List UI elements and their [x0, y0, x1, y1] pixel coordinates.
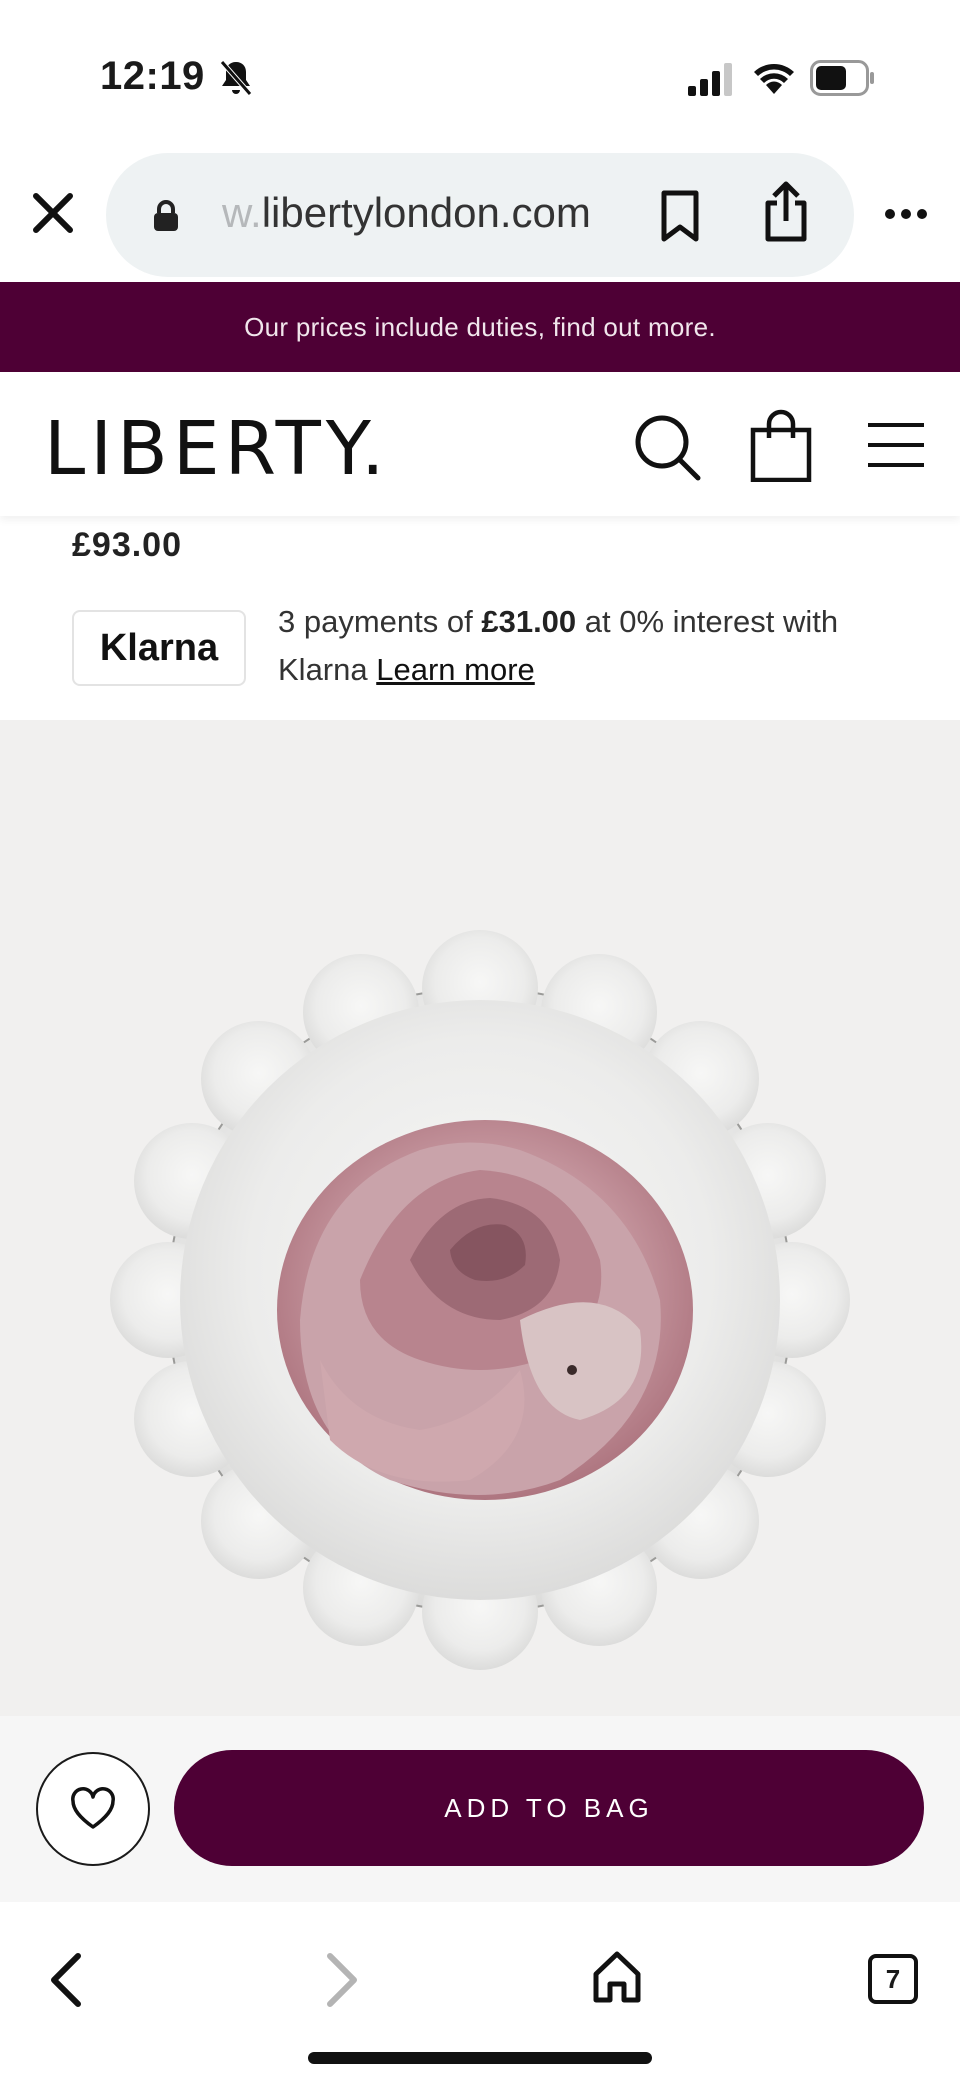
- url-prefix: w.: [222, 189, 262, 236]
- plate-rose-illustration: [110, 930, 850, 1670]
- url-domain: libertylondon.com: [261, 189, 591, 236]
- search-icon[interactable]: [632, 412, 702, 482]
- rose: [277, 1120, 693, 1500]
- wifi-icon: [754, 64, 794, 94]
- duties-banner[interactable]: Our prices include duties, find out more…: [0, 282, 960, 372]
- forward-arrow-icon[interactable]: [322, 1952, 362, 2008]
- heart-icon: [71, 1787, 115, 1829]
- share-icon[interactable]: [762, 181, 810, 243]
- bell-muted-icon: [220, 60, 252, 96]
- back-arrow-icon[interactable]: [46, 1952, 86, 2008]
- tabs-button[interactable]: 7: [868, 1954, 918, 2004]
- lock-icon: [154, 200, 178, 231]
- product-price: £93.00: [72, 526, 182, 564]
- klarna-payment-info: 3 payments of £31.00 at 0% interest with…: [278, 598, 918, 694]
- liberty-logo[interactable]: LIBERTY.: [44, 406, 390, 492]
- browser-toolbar: w.libertylondon.com: [0, 150, 960, 282]
- hamburger-menu-icon[interactable]: [866, 420, 926, 470]
- klarna-badge: Klarna: [72, 610, 246, 686]
- more-icon[interactable]: [884, 206, 928, 222]
- status-time: 12:19: [100, 54, 205, 98]
- home-icon[interactable]: [592, 1950, 642, 2004]
- klarna-learn-more-link[interactable]: Learn more: [376, 652, 535, 687]
- add-to-bag-button[interactable]: ADD TO BAG: [174, 1750, 924, 1866]
- bookmark-icon[interactable]: [658, 189, 702, 243]
- klarna-amount: £31.00: [481, 604, 577, 639]
- address-bar[interactable]: w.libertylondon.com: [106, 153, 854, 277]
- battery-icon: [810, 60, 874, 96]
- shopping-bag-icon[interactable]: [750, 408, 812, 482]
- wishlist-button[interactable]: [36, 1752, 150, 1866]
- product-action-bar: ADD TO BAG: [0, 1716, 960, 1902]
- close-icon[interactable]: [28, 188, 78, 238]
- status-bar: 12:19: [0, 0, 960, 150]
- home-indicator: [308, 2052, 652, 2064]
- cellular-signal-icon: [688, 63, 732, 96]
- klarna-text-before: 3 payments of: [278, 604, 482, 639]
- product-image[interactable]: [0, 720, 960, 1716]
- duties-banner-text: Our prices include duties, find out more…: [244, 311, 716, 342]
- site-header: LIBERTY.: [0, 372, 960, 516]
- url-text: w.libertylondon.com: [222, 189, 591, 237]
